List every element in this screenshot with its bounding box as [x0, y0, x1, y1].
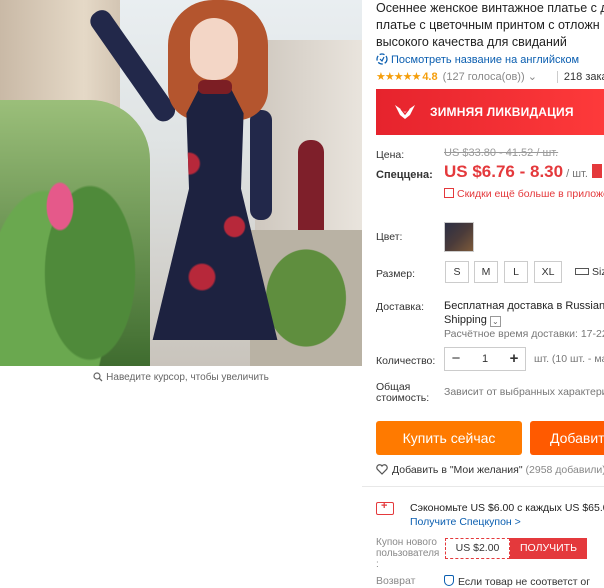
shipping-line2: Shipping	[444, 314, 487, 326]
price-flag-icon	[591, 164, 602, 178]
flower-bushes	[0, 100, 150, 366]
banner-label: ЗИМНЯЯ ЛИКВИДАЦИЯ	[430, 105, 574, 119]
get-coupon-button[interactable]: ПОЛУЧИТЬ	[510, 538, 587, 559]
quantity-increase-button[interactable]: +	[503, 348, 525, 370]
translate-link-text: Посмотреть название на английском	[391, 54, 580, 66]
original-price: US $33.80 - 41.52 / шт.	[444, 147, 559, 159]
product-title-line: Осеннее женское винтажное платье с д	[376, 1, 604, 15]
quantity-label: Количество:	[376, 355, 436, 367]
size-chart-link[interactable]: Siz	[575, 266, 604, 278]
chevron-down-icon: ⌄	[527, 71, 537, 83]
total-value: Зависит от выбранных характери	[444, 386, 604, 398]
translate-title-link[interactable]: Посмотреть название на английском	[376, 53, 604, 68]
wishlist-text: Добавить в "Мои желания"	[392, 464, 523, 476]
size-label: Размер:	[376, 268, 416, 280]
quantity-input[interactable]: 1	[467, 348, 503, 370]
votes-link[interactable]: (127 голоса(ов)) ⌄	[443, 71, 537, 83]
size-chart-text: Siz	[592, 266, 604, 278]
color-swatch[interactable]	[444, 222, 474, 252]
snowflake-icon	[395, 105, 415, 119]
qr-code-icon	[444, 188, 454, 198]
chevron-down-icon: ⌄	[489, 316, 501, 327]
size-option-s[interactable]: S	[445, 261, 469, 283]
model-face	[190, 18, 238, 80]
section-divider	[362, 486, 604, 487]
magnifier-icon	[93, 372, 103, 382]
heart-icon	[376, 464, 388, 475]
store-coupon-text: Сэкономьте US $6.00 с каждых US $65.00	[410, 502, 604, 514]
app-discount-text: Скидки ещё больше в приложе	[457, 188, 604, 200]
sale-price-label: Спеццена:	[376, 169, 433, 181]
product-title-line: высокого качества для свиданий	[376, 35, 567, 49]
winter-sale-banner: ЗИМНЯЯ ЛИКВИДАЦИЯ	[376, 89, 604, 135]
product-detail-header: Осеннее женское винтажное платье с д пла…	[376, 0, 604, 85]
new-user-coupon-label: Купон нового пользователя :	[376, 537, 440, 570]
shipping-line1: Бесплатная доставка в Russian F	[444, 300, 604, 312]
rating-value: 4.8	[422, 71, 438, 83]
zoom-hint-text: Наведите курсор, чтобы увеличить	[106, 372, 269, 383]
delivery-estimate: Расчётное время доставки: 17-22	[444, 328, 604, 340]
translate-icon	[376, 53, 388, 65]
returns-text: Если товар не соответст ог	[458, 576, 591, 588]
orders-count: 218 заказа	[556, 71, 604, 83]
quantity-note: шт. (10 шт. - ма	[534, 353, 604, 365]
returns-policy: Если товар не соответст ог	[444, 575, 590, 588]
price-label: Цена:	[376, 149, 405, 161]
wishlist-count: (2958 добавили)	[525, 464, 604, 476]
coupon-icon	[376, 500, 394, 515]
dress-collar	[198, 80, 232, 94]
buy-now-button[interactable]: Купить сейчас	[376, 421, 522, 455]
votes-count: (127 голоса(ов))	[442, 71, 525, 83]
total-label: Общая стоимость:	[376, 381, 430, 404]
ruler-icon	[575, 268, 589, 275]
zoom-hint: Наведите курсор, чтобы увеличить	[0, 372, 362, 383]
sale-price: US $6.76 - 8.30/ шт.	[444, 162, 602, 182]
model-right-arm	[250, 110, 272, 220]
color-label: Цвет:	[376, 231, 403, 243]
new-user-coupon-value: US $2.00	[445, 538, 510, 559]
size-option-xl[interactable]: XL	[534, 261, 562, 283]
quantity-decrease-button[interactable]: −	[445, 348, 467, 370]
product-title-line: платье с цветочным принтом с отложн	[376, 18, 600, 32]
returns-label: Возврат	[376, 575, 416, 587]
add-to-cart-button[interactable]: Добавит	[530, 421, 604, 455]
product-main-image[interactable]	[0, 0, 362, 366]
size-option-l[interactable]: L	[504, 261, 528, 283]
shield-icon	[444, 575, 454, 586]
quantity-stepper: − 1 +	[444, 347, 526, 371]
sale-price-value: US $6.76 - 8.30	[444, 162, 564, 181]
rating-row: ★★★★★4.8 (127 голоса(ов)) ⌄ 218 заказа	[376, 70, 604, 85]
per-unit: / шт.	[566, 168, 588, 180]
shipping-label: Доставка:	[376, 301, 425, 313]
get-coupon-link[interactable]: Получите Спецкупон >	[410, 516, 521, 528]
app-discount-link[interactable]: Скидки ещё больше в приложе	[444, 188, 604, 200]
size-option-m[interactable]: M	[474, 261, 498, 283]
shipping-method[interactable]: Бесплатная доставка в Russian F Shipping…	[444, 299, 604, 327]
rating-stars-icon: ★★★★★	[376, 71, 421, 83]
add-to-wishlist-link[interactable]: Добавить в "Мои желания" (2958 добавили)…	[376, 464, 604, 476]
